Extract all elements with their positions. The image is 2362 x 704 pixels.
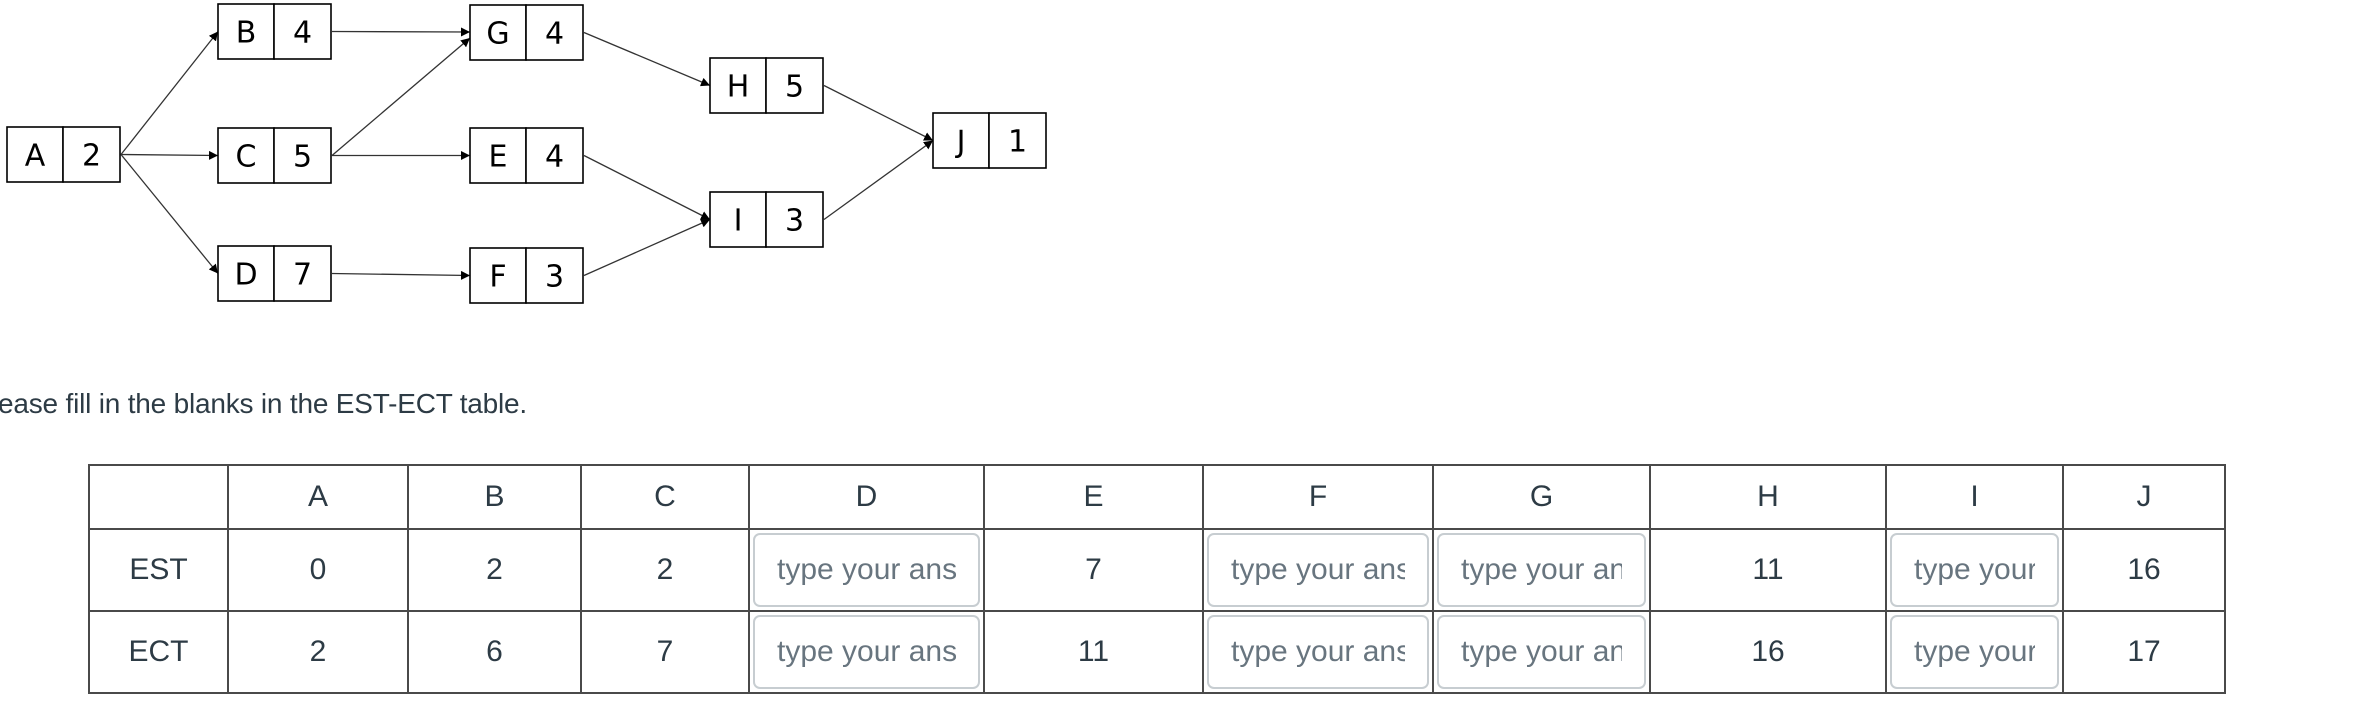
column-header-c: C <box>580 464 750 530</box>
est-i-answer-input[interactable] <box>1890 533 2059 607</box>
column-header-f: F <box>1202 464 1434 530</box>
est-c-value: 2 <box>580 528 750 612</box>
node-d: D7 <box>217 245 332 302</box>
column-header-h: H <box>1649 464 1887 530</box>
node-id: H <box>727 70 750 105</box>
edge-h-j <box>823 84 934 142</box>
node-duration: 2 <box>82 139 101 174</box>
network-diagram: A 2B 4C 5D 7E 4F 3G 4H 5I 3J 1 <box>6 3 1047 304</box>
node-f: F3 <box>469 247 584 304</box>
node-id: B <box>236 16 257 51</box>
node-id: G <box>486 17 509 52</box>
ect-b-value: 6 <box>407 610 582 694</box>
node-duration: 3 <box>545 260 564 295</box>
column-header-d: D <box>748 464 985 530</box>
node-duration: 4 <box>545 17 564 52</box>
est-g-answer-input[interactable] <box>1437 533 1646 607</box>
node-id: J <box>955 125 966 160</box>
est-j-value: 16 <box>2062 528 2226 612</box>
node-a: A2 <box>6 126 121 183</box>
edge-c-g <box>331 37 471 156</box>
header-row: ABCDEFGHIJ <box>88 464 2226 530</box>
column-header-j: J <box>2062 464 2226 530</box>
node-c: C5 <box>217 127 332 184</box>
ect-f-answer-input[interactable] <box>1207 615 1429 689</box>
ect-j-value: 17 <box>2062 610 2226 694</box>
answer-cell <box>1432 610 1651 694</box>
corner-cell <box>88 464 229 530</box>
column-header-b: B <box>407 464 582 530</box>
node-duration: 4 <box>545 140 564 175</box>
instruction-text: ease fill in the blanks in the EST-ECT t… <box>0 388 527 419</box>
answer-cell <box>1432 528 1651 612</box>
ect-a-value: 2 <box>227 610 409 694</box>
edge-b-g <box>331 27 471 37</box>
est-e-value: 7 <box>983 528 1204 612</box>
node-duration: 1 <box>1008 125 1027 160</box>
ect-c-value: 7 <box>580 610 750 694</box>
row-label: EST <box>88 528 229 612</box>
est-h-value: 11 <box>1649 528 1887 612</box>
node-id: E <box>489 140 508 175</box>
node-duration: 5 <box>293 140 312 175</box>
row-label: ECT <box>88 610 229 694</box>
edge-a-d <box>120 154 219 274</box>
node-id: C <box>236 140 257 175</box>
edge-e-i <box>583 154 711 221</box>
answer-cell <box>1885 528 2064 612</box>
est-a-value: 0 <box>227 528 409 612</box>
node-id: D <box>234 258 257 293</box>
node-duration: 5 <box>785 70 804 105</box>
node-id: A <box>25 139 46 174</box>
column-header-i: I <box>1885 464 2064 530</box>
ect-g-answer-input[interactable] <box>1437 615 1646 689</box>
edge-f-i <box>583 218 711 277</box>
node-duration: 3 <box>785 204 804 239</box>
node-duration: 4 <box>293 16 312 51</box>
est-f-answer-input[interactable] <box>1207 533 1429 607</box>
edge-d-f <box>331 270 471 280</box>
node-b: B4 <box>217 3 332 60</box>
node-h: H5 <box>709 57 824 114</box>
edge-a-c <box>120 150 219 160</box>
answer-cell <box>1885 610 2064 694</box>
table-row-ect: ECT267 11 16 17 <box>88 610 2226 694</box>
edge-g-h <box>583 31 711 87</box>
column-header-a: A <box>227 464 409 530</box>
ect-i-answer-input[interactable] <box>1890 615 2059 689</box>
ect-d-answer-input[interactable] <box>753 615 980 689</box>
column-header-g: G <box>1432 464 1651 530</box>
node-e: E4 <box>469 127 584 184</box>
node-id: F <box>489 260 506 295</box>
answer-cell <box>1202 528 1434 612</box>
table-row-est: EST02271116 <box>88 528 2226 612</box>
edge-a-b <box>120 31 219 155</box>
ect-e-value: 11 <box>983 610 1204 694</box>
answer-cell <box>748 528 985 612</box>
edge-i-j <box>823 139 934 221</box>
est-b-value: 2 <box>407 528 582 612</box>
node-id: I <box>734 204 743 239</box>
node-i: I3 <box>709 191 824 248</box>
est-d-answer-input[interactable] <box>753 533 980 607</box>
column-header-e: E <box>983 464 1204 530</box>
answer-cell <box>1202 610 1434 694</box>
ect-h-value: 16 <box>1649 610 1887 694</box>
node-duration: 7 <box>293 258 312 293</box>
answer-cell <box>748 610 985 694</box>
est-ect-table: ABCDEFGHIJEST02271116ECT267111617 <box>88 464 2226 694</box>
node-j: J1 <box>932 112 1047 169</box>
node-g: G4 <box>469 4 584 61</box>
